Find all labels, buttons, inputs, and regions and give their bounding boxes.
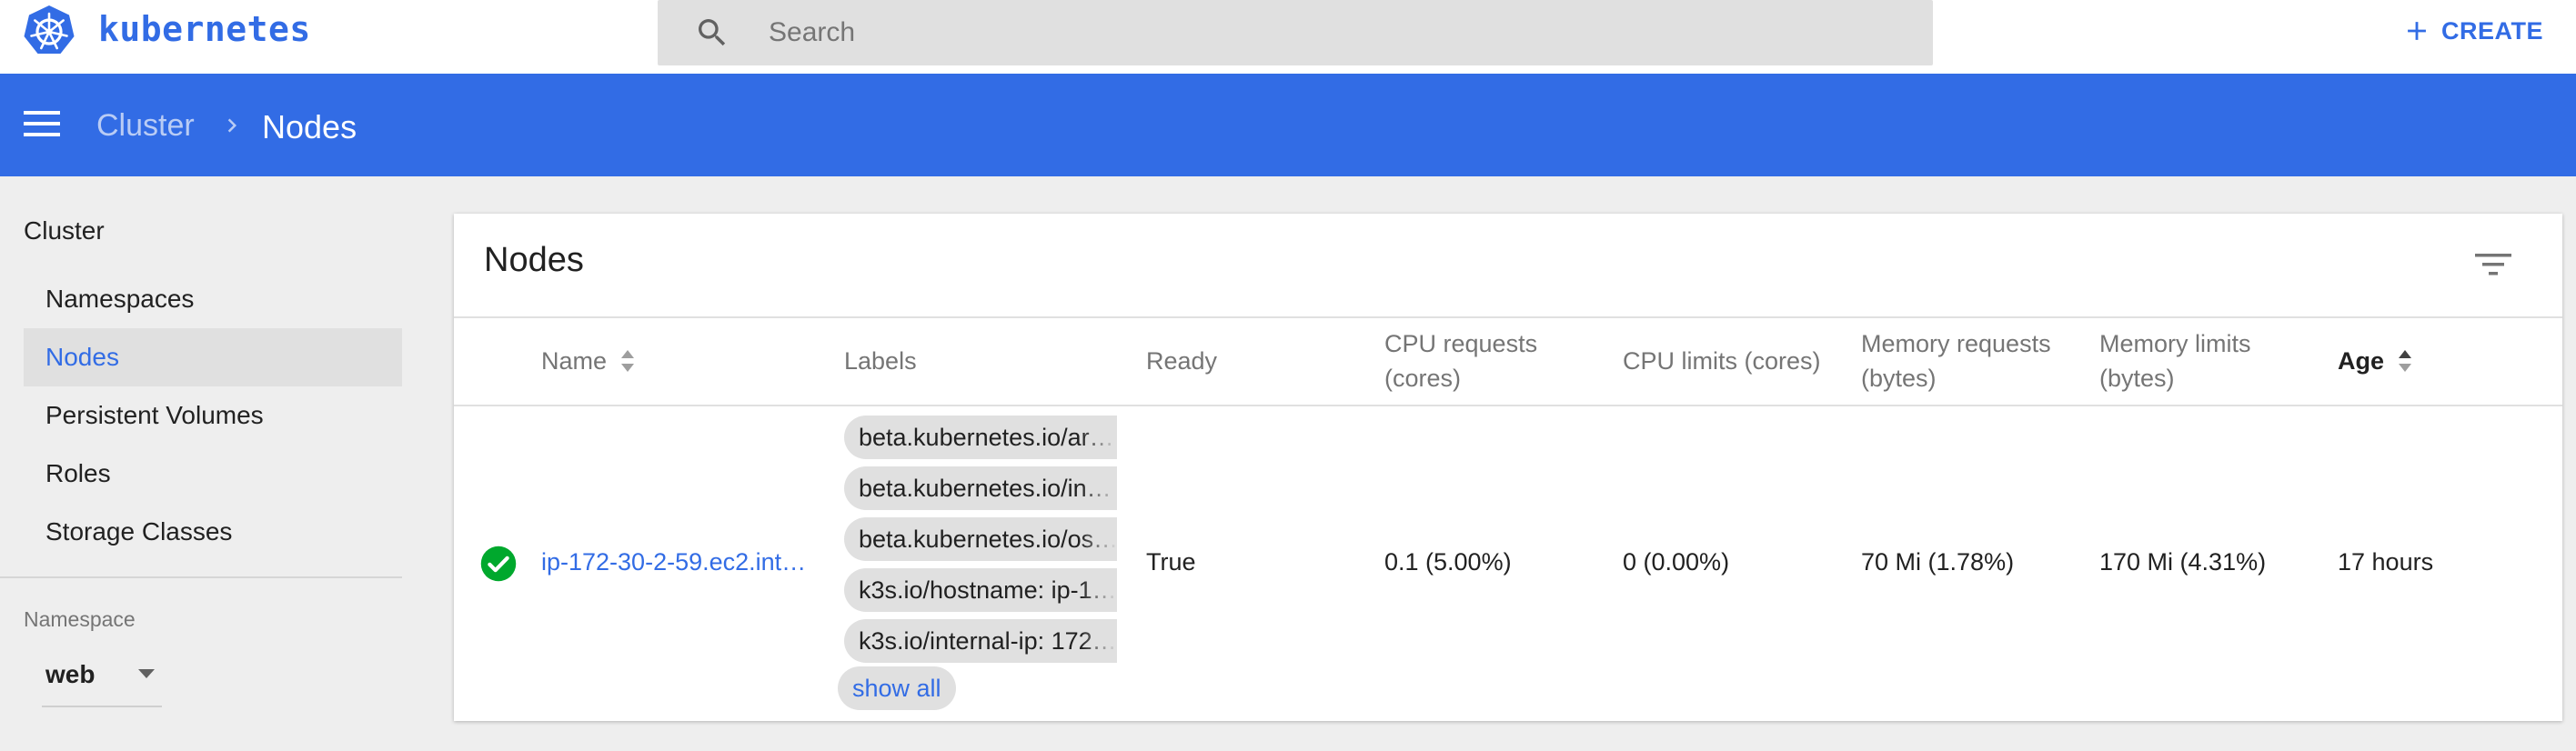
show-all-labels-button[interactable]: show all <box>838 666 956 710</box>
column-header-cpu-limits: CPU limits (cores) <box>1623 347 1821 375</box>
menu-icon[interactable] <box>24 108 60 139</box>
age-value: 17 hours <box>2338 548 2434 576</box>
search-input[interactable] <box>769 0 1860 65</box>
column-header-memory-requests: Memory requests (bytes) <box>1861 326 2051 396</box>
nodes-card: Nodes Name Labels Ready CPU requests (co… <box>454 214 2562 721</box>
namespace-value: web <box>45 660 96 688</box>
column-header-ready: Ready <box>1146 347 1218 375</box>
top-bar: kubernetes CREATE <box>0 0 2576 74</box>
namespace-select[interactable]: web <box>42 653 162 707</box>
label-chip[interactable]: beta.kubernetes.io/ar… <box>844 416 1117 459</box>
kubernetes-logo-icon[interactable] <box>22 4 76 58</box>
search-icon <box>699 19 726 46</box>
column-header-cpu-requests-line1: CPU requests <box>1384 330 1538 357</box>
check-circle-icon <box>480 546 517 582</box>
chevron-right-icon <box>227 118 236 133</box>
label-chip[interactable]: beta.kubernetes.io/in… <box>844 466 1117 510</box>
sidebar-section-title[interactable]: Cluster <box>24 216 105 245</box>
column-header-memory-requests-line2: (bytes) <box>1861 365 1937 392</box>
sidebar-item-persistent-volumes[interactable]: Persistent Volumes <box>24 386 402 445</box>
label-chip[interactable]: beta.kubernetes.io/os… <box>844 517 1117 561</box>
sidebar-item-roles[interactable]: Roles <box>24 445 402 503</box>
column-header-age-label: Age <box>2338 347 2385 375</box>
label-chip[interactable]: k3s.io/hostname: ip-1… <box>844 568 1117 612</box>
column-header-name[interactable]: Name <box>541 344 638 378</box>
filter-icon[interactable] <box>2473 248 2513 281</box>
card-title: Nodes <box>484 241 584 279</box>
brand-name[interactable]: kubernetes <box>98 9 311 49</box>
dropdown-arrow-icon <box>138 669 155 678</box>
sidebar-item-storage-classes[interactable]: Storage Classes <box>24 503 402 561</box>
sidebar: Cluster Namespaces Nodes Persistent Volu… <box>0 176 428 751</box>
create-button-label: CREATE <box>2441 16 2544 45</box>
column-header-name-label: Name <box>541 347 608 375</box>
breadcrumb-cluster[interactable]: Cluster <box>96 108 195 144</box>
sort-icon <box>2399 350 2412 372</box>
column-header-memory-limits-line1: Memory limits <box>2099 330 2251 357</box>
column-header-cpu-requests-line2: (cores) <box>1384 365 1462 392</box>
column-header-cpu-requests: CPU requests (cores) <box>1384 326 1537 396</box>
plus-icon <box>2408 22 2426 40</box>
table-header-divider <box>454 405 2562 406</box>
ready-value: True <box>1146 548 1196 576</box>
memory-requests-value: 70 Mi (1.78%) <box>1861 548 2015 576</box>
column-header-age[interactable]: Age <box>2338 344 2415 378</box>
column-header-labels: Labels <box>844 347 917 375</box>
search-bar[interactable] <box>658 0 1933 65</box>
namespace-label: Namespace <box>24 607 136 631</box>
create-button[interactable]: CREATE <box>2401 9 2543 53</box>
sort-icon <box>621 350 635 372</box>
sidebar-item-namespaces[interactable]: Namespaces <box>24 270 402 328</box>
label-chip[interactable]: k3s.io/internal-ip: 172… <box>844 619 1117 663</box>
cpu-requests-value: 0.1 (5.00%) <box>1384 548 1512 576</box>
cpu-limits-value: 0 (0.00%) <box>1623 548 1730 576</box>
page-header: Cluster Nodes <box>0 74 2576 176</box>
sidebar-divider <box>0 576 402 578</box>
card-header-divider <box>454 316 2562 318</box>
column-header-memory-requests-line1: Memory requests <box>1861 330 2051 357</box>
page-title: Nodes <box>262 108 357 145</box>
column-header-memory-limits-line2: (bytes) <box>2099 365 2175 392</box>
column-header-memory-limits: Memory limits (bytes) <box>2099 326 2251 396</box>
node-name-link[interactable]: ip-172-30-2-59.ec2.int… <box>541 548 806 576</box>
memory-limits-value: 170 Mi (4.31%) <box>2099 548 2267 576</box>
sidebar-item-nodes[interactable]: Nodes <box>24 328 402 386</box>
